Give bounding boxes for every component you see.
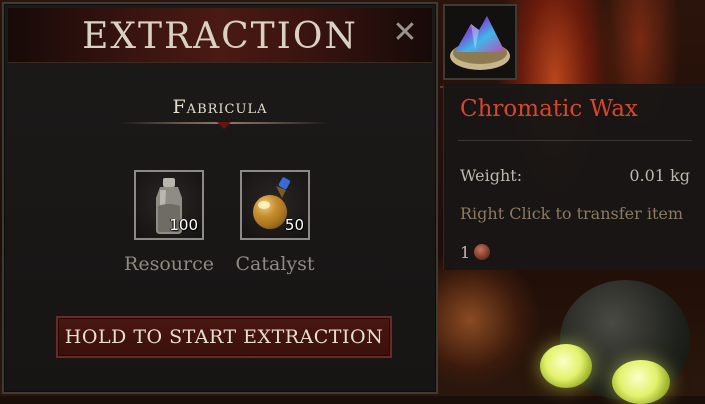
item-name: Chromatic Wax [460, 96, 638, 122]
close-icon[interactable]: ✕ [392, 18, 418, 48]
item-tooltip: Chromatic Wax Weight: 0.01 kg Right Clic… [443, 84, 705, 270]
glowing-bulb [540, 344, 592, 388]
divider-notch [217, 122, 231, 129]
weight-label: Weight: [460, 166, 523, 185]
slot-caption-catalyst: Catalyst [235, 253, 315, 275]
slot-caption-resource: Resource [124, 253, 214, 275]
resource-slot[interactable]: 100 [134, 170, 204, 240]
tooltip-divider [458, 140, 692, 141]
panel-header: EXTRACTION ✕ [8, 8, 432, 63]
start-extraction-button[interactable]: HOLD TO START EXTRACTION [56, 316, 392, 358]
slot-quantity: 100 [169, 216, 198, 234]
catalyst-slot[interactable]: 50 [240, 170, 310, 240]
transfer-hint: Right Click to transfer item [460, 204, 684, 223]
section-label: Fabricula [172, 96, 268, 118]
item-count: 1 [460, 243, 471, 262]
weight-value: 0.01 kg [629, 166, 690, 185]
extraction-panel: EXTRACTION ✕ Fabricula 100 Resource 50 C… [2, 2, 438, 394]
coin-icon [474, 244, 490, 260]
glowing-bulb [612, 360, 670, 404]
slot-quantity: 50 [284, 216, 304, 234]
tooltip-item-slot [443, 4, 517, 80]
panel-title: EXTRACTION [82, 16, 358, 57]
chromatic-wax-icon [450, 16, 510, 70]
